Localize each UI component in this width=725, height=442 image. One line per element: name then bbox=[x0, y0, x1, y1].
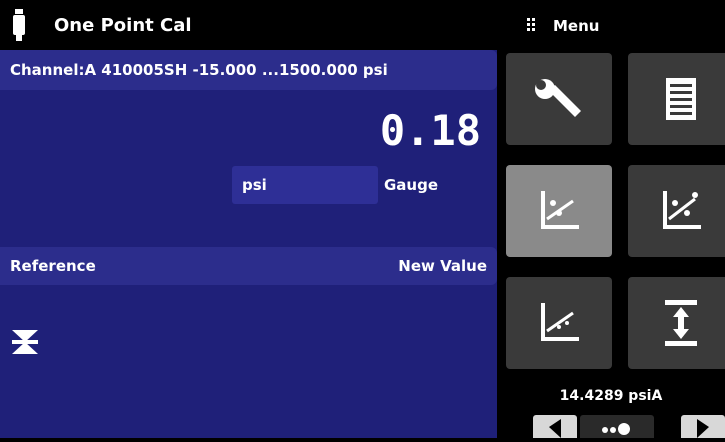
menu-label: Menu bbox=[553, 17, 600, 35]
multi-point-cal-tile[interactable] bbox=[628, 165, 725, 257]
arrow-left-icon bbox=[549, 419, 561, 438]
transducer-icon bbox=[13, 9, 25, 41]
pressure-mode[interactable]: Gauge bbox=[384, 176, 438, 194]
unit-selector[interactable]: psi bbox=[232, 166, 378, 204]
channel-header[interactable]: Channel:A 410005SH -15.000 ...1500.000 p… bbox=[0, 50, 497, 90]
calibration-panel: Channel:A 410005SH -15.000 ...1500.000 p… bbox=[0, 50, 497, 438]
calibration-tile[interactable] bbox=[506, 165, 612, 257]
hourglass-icon[interactable] bbox=[12, 330, 38, 354]
document-tile[interactable] bbox=[628, 53, 725, 145]
linearity-cal-tile[interactable] bbox=[506, 277, 612, 369]
calibration-icon bbox=[541, 191, 579, 229]
page-indicator bbox=[580, 415, 654, 438]
next-page-button[interactable] bbox=[681, 415, 725, 438]
page-dots-icon bbox=[602, 423, 630, 435]
reading-value: 0.18 bbox=[379, 106, 481, 155]
linearity-cal-icon bbox=[541, 303, 579, 341]
unit-label: psi bbox=[242, 176, 267, 194]
zero-span-icon bbox=[665, 300, 697, 346]
barometric-reading: 14.4289 psiA bbox=[559, 388, 663, 404]
reference-label: Reference bbox=[10, 257, 96, 275]
document-icon bbox=[666, 78, 696, 120]
channel-info: Channel:A 410005SH -15.000 ...1500.000 p… bbox=[10, 61, 388, 79]
menu-bar[interactable]: Menu bbox=[497, 0, 725, 50]
title-bar: One Point Cal bbox=[0, 0, 497, 50]
reference-header: Reference New Value bbox=[0, 247, 497, 285]
arrow-right-icon bbox=[697, 419, 709, 438]
settings-wrench-icon bbox=[535, 79, 581, 117]
new-value-label: New Value bbox=[398, 257, 487, 275]
drag-handle-icon bbox=[527, 18, 535, 31]
settings-tile[interactable] bbox=[506, 53, 612, 145]
multi-point-cal-icon bbox=[663, 191, 701, 229]
previous-page-button[interactable] bbox=[533, 415, 577, 438]
zero-span-tile[interactable] bbox=[628, 277, 725, 369]
page-title: One Point Cal bbox=[54, 15, 192, 36]
